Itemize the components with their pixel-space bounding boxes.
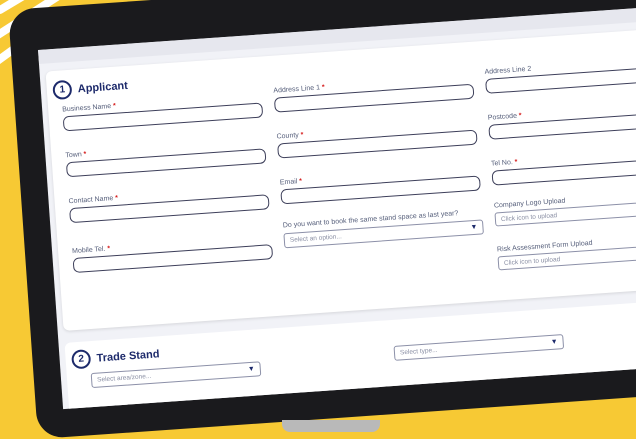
section-title: Trade Stand [96, 347, 160, 365]
address-line-1-field: Address Line 1 * [273, 74, 475, 113]
email-field: Email * [280, 166, 481, 205]
type-select[interactable]: Select type... ▼ [393, 334, 565, 361]
county-field: County * [276, 120, 478, 159]
chevron-down-icon: ▼ [550, 338, 558, 346]
laptop-screen: 1 Applicant Business Name * Address Line… [38, 8, 636, 410]
risk-assessment-field: Risk Assessment Form Upload Click icon t… [497, 233, 636, 271]
applicant-card: 1 Applicant Business Name * Address Line… [45, 26, 636, 331]
section-title: Applicant [77, 79, 129, 95]
tel-no-field: Tel No. * [491, 147, 636, 186]
postcode-field: Postcode * [488, 101, 636, 140]
section-number: 2 [71, 349, 92, 370]
applicant-header: 1 Applicant [52, 76, 129, 101]
chevron-down-icon: ▼ [470, 223, 478, 232]
chevron-down-icon: ▼ [247, 365, 256, 374]
laptop: 1 Applicant Business Name * Address Line… [0, 0, 636, 439]
laptop-hinge [282, 420, 380, 432]
business-name-field: Business Name * [62, 93, 264, 132]
mobile-tel-field: Mobile Tel. * [72, 234, 274, 274]
section-number: 1 [52, 79, 73, 101]
company-logo-field: Company Logo Upload Click icon to upload [494, 189, 636, 227]
trade-stand-header: 2 Trade Stand [71, 344, 160, 370]
address-line-2-field: Address Line 2 [484, 55, 636, 94]
same-stand-field: Do you want to book the same stand space… [283, 207, 484, 249]
contact-name-field: Contact Name * [68, 184, 270, 224]
town-field: Town * [65, 138, 267, 178]
